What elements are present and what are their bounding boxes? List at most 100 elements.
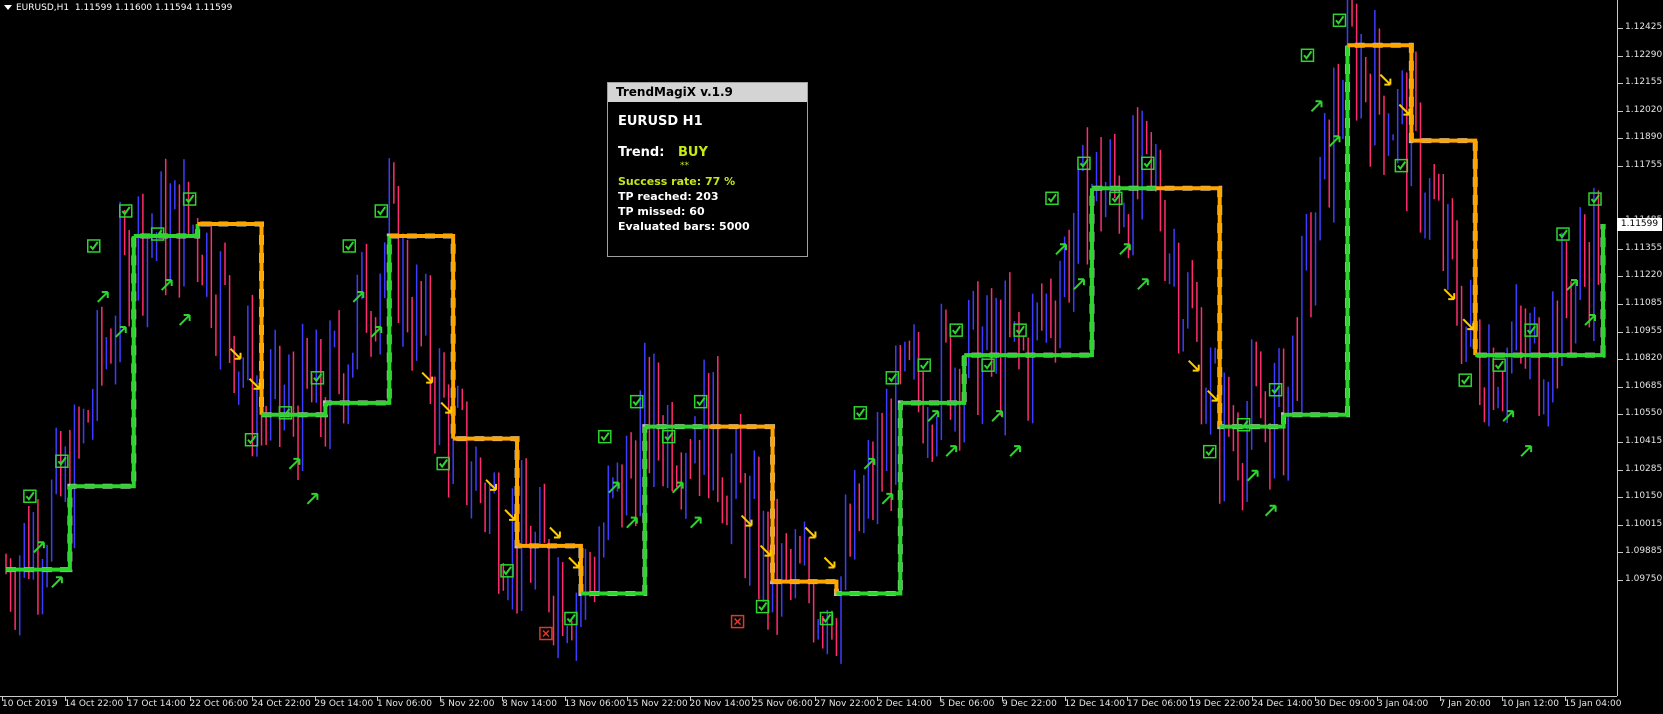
chart-area[interactable]: EURUSD,H1 1.11599 1.11600 1.11594 1.1159… (0, 0, 1617, 696)
price-label: 1.10685 (1625, 380, 1663, 391)
time-label: 8 Nov 14:00 (502, 699, 557, 709)
buy-arrow-icon (1137, 278, 1149, 291)
check-icon (600, 432, 610, 442)
check-icon (1494, 360, 1504, 370)
price-label: 1.11755 (1625, 160, 1663, 170)
time-label: 5 Nov 22:00 (439, 699, 495, 709)
tp-missed: TP missed: 60 (618, 205, 705, 218)
time-label: 24 Oct 22:00 (252, 699, 311, 709)
check-icon (185, 194, 195, 204)
buy-arrow-icon (178, 314, 191, 326)
check-icon (566, 613, 576, 624)
time-label: 17 Dec 06:00 (1127, 699, 1188, 709)
price-tick (1618, 166, 1623, 167)
check-icon (856, 408, 866, 418)
price-label: 1.10285 (1625, 463, 1663, 474)
price-label: 1.12020 (1625, 104, 1663, 115)
time-label: 27 Nov 22:00 (814, 699, 876, 709)
price-label: 1.10015 (1625, 518, 1663, 529)
buy-arrow-icon (689, 516, 702, 529)
time-label: 10 Jan 12:00 (1502, 699, 1559, 709)
symbol-timeframe: EURUSD,H1 (16, 3, 70, 13)
buy-arrow-icon (51, 576, 63, 588)
sell-arrow-icon (759, 544, 772, 557)
sell-arrow-icon (1207, 389, 1219, 402)
price-label: 1.11220 (1625, 270, 1663, 281)
time-label: 13 Nov 06:00 (564, 699, 626, 709)
time-label: 9 Dec 22:00 (1002, 699, 1057, 709)
time-label: 19 Dec 22:00 (1189, 699, 1251, 709)
time-label: 12 Dec 14:00 (1064, 699, 1126, 709)
time-label: 2 Dec 14:00 (877, 699, 932, 709)
check-icon (121, 206, 131, 216)
price-tick (1618, 442, 1623, 443)
sell-arrow-icon (804, 526, 817, 539)
cross-icon (542, 629, 550, 638)
check-icon (951, 325, 962, 335)
price-tick (1618, 359, 1623, 361)
time-axis[interactable]: 10 Oct 2019 14 Oct 22:00 17 Oct 14:00 22 Oc… (0, 696, 1621, 714)
price-label: 1.10150 (1625, 491, 1663, 502)
sell-arrow-icon (1443, 288, 1456, 301)
buy-arrow-icon (1246, 469, 1259, 482)
check-icon (377, 206, 387, 216)
buy-arrow-icon (1502, 410, 1515, 422)
sell-arrow-icon (568, 556, 580, 569)
trend-stars: ** (680, 161, 689, 171)
price-tick (1618, 497, 1623, 499)
time-label: 17 Oct 14:00 (127, 699, 186, 709)
time-label: 10 Oct 2019 (2, 699, 58, 709)
buy-arrow-icon (1520, 445, 1533, 457)
price-tick (1618, 524, 1623, 526)
price-label: 1.09885 (1625, 546, 1663, 557)
check-icon (345, 241, 355, 251)
time-label: 30 Dec 09:00 (1314, 699, 1376, 709)
price-label: 1.11085 (1625, 298, 1663, 308)
price-label: 1.09750 (1625, 574, 1663, 584)
price-tick (1618, 248, 1623, 250)
check-icon (438, 458, 448, 469)
price-label: 1.10820 (1625, 353, 1663, 364)
price-axis[interactable]: 1.12425 1.12290 1.12155 1.12020 1.11890 1.117… (1617, 0, 1663, 696)
buy-arrow-icon (1264, 504, 1277, 517)
trend-label: Trend: (618, 145, 665, 160)
time-label: 5 Dec 06:00 (939, 699, 995, 709)
price-tick (1618, 276, 1623, 278)
time-label: 25 Nov 06:00 (752, 699, 813, 709)
sell-arrow-icon (440, 401, 453, 414)
time-label: 1 Nov 06:00 (377, 699, 432, 709)
sell-arrow-icon (248, 378, 261, 390)
check-icon (25, 491, 35, 501)
price-tick (1618, 580, 1623, 581)
price-tick (1618, 552, 1623, 554)
price-tick (1618, 331, 1623, 333)
buy-arrow-icon (1073, 278, 1085, 291)
sell-arrow-icon (1398, 103, 1411, 116)
sell-arrow-icon (1462, 318, 1475, 331)
price-label: 1.11355 (1625, 242, 1663, 253)
check-icon (502, 566, 512, 576)
buy-arrow-icon (991, 410, 1004, 422)
sell-arrow-icon (229, 348, 242, 360)
buy-arrow-icon (1009, 445, 1022, 457)
price-chart[interactable] (0, 0, 1617, 696)
time-label: 7 Jan 20:00 (1439, 699, 1491, 709)
panel-symbol: EURUSD H1 (618, 114, 703, 129)
time-label: 15 Nov 22:00 (627, 699, 688, 709)
symbol-header: EURUSD,H1 1.11599 1.11600 1.11594 1.1159… (4, 3, 232, 13)
buy-arrow-icon (97, 290, 109, 303)
price-tick (1618, 304, 1623, 305)
check-icon (1460, 375, 1471, 385)
panel-title: TrendMagiX v.1.9 (608, 83, 807, 102)
buy-arrow-icon (33, 541, 45, 553)
current-price-label: 1.11599 (1617, 218, 1662, 232)
check-icon (919, 360, 930, 370)
price-tick (1618, 469, 1623, 471)
price-tick (1618, 83, 1623, 85)
price-tick (1618, 55, 1623, 57)
check-icon (758, 602, 768, 612)
buy-arrow-icon (160, 279, 173, 291)
price-label: 1.12425 (1625, 22, 1663, 32)
time-label: 24 Dec 14:00 (1252, 699, 1313, 709)
chart-menu-triangle-icon[interactable] (4, 5, 12, 10)
